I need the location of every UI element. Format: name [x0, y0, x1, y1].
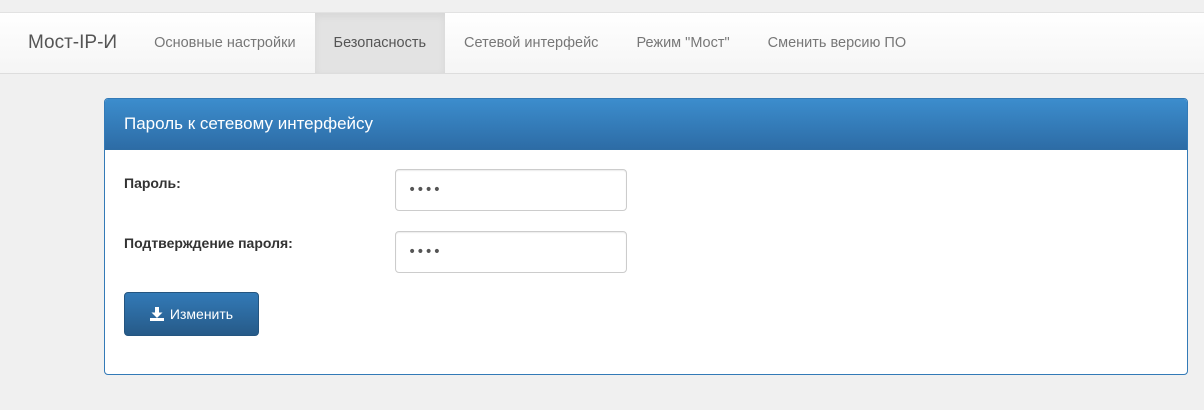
change-button-label: Изменить: [169, 306, 234, 322]
nav-item-network-interface[interactable]: Сетевой интерфейс: [445, 13, 617, 73]
confirm-password-label: Подтверждение пароля:: [124, 235, 293, 251]
change-password-button[interactable]: Изменить: [124, 292, 259, 336]
nav-item-change-firmware[interactable]: Сменить версию ПО: [749, 13, 925, 73]
password-input[interactable]: [395, 169, 627, 211]
download-icon: [149, 307, 164, 321]
panel-title: Пароль к сетевому интерфейсу: [105, 99, 1187, 150]
brand-link[interactable]: Мост-IP-И: [0, 13, 135, 73]
password-panel: Пароль к сетевому интерфейсу Пароль: Под…: [104, 98, 1188, 375]
nav-item-bridge-mode[interactable]: Режим "Мост": [617, 13, 748, 73]
nav-item-security[interactable]: Безопасность: [314, 13, 446, 73]
password-label: Пароль:: [124, 175, 181, 191]
confirm-password-input[interactable]: [395, 231, 627, 273]
top-navbar: Мост-IP-И Основные настройки Безопасност…: [0, 12, 1204, 74]
nav-item-main-settings[interactable]: Основные настройки: [135, 13, 314, 73]
